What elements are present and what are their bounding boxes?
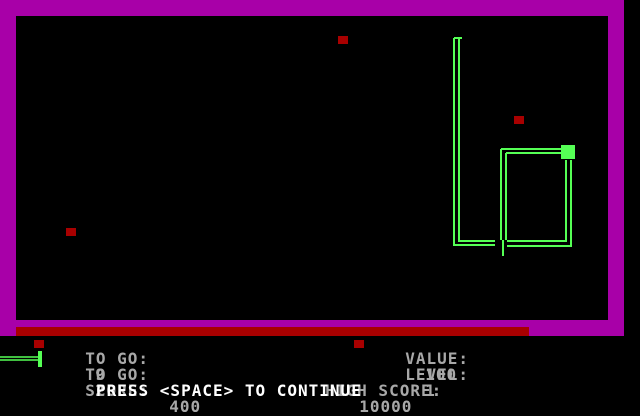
food-item	[338, 36, 348, 44]
food-legend-icon	[34, 340, 44, 348]
high-score-value: 10000	[359, 397, 413, 416]
food-item	[514, 116, 524, 124]
food-item	[66, 228, 76, 236]
snake-lives-icon	[0, 351, 42, 367]
score-value: 400	[169, 397, 202, 416]
value-legend-icon	[354, 340, 364, 348]
playfield	[16, 16, 608, 320]
continue-prompt: PRESS <SPACE> TO CONTINUE	[96, 381, 362, 400]
